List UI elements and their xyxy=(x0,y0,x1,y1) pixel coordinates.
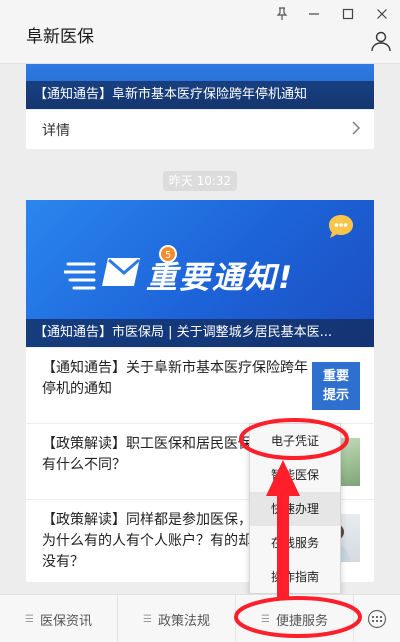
menu-item-e-voucher[interactable]: 电子凭证 xyxy=(250,424,340,458)
menu-item-online-service[interactable]: 在线服务 xyxy=(250,526,340,560)
menu-item-quick-process[interactable]: 快速办理 xyxy=(250,492,340,526)
service-popup-menu: 电子凭证 智能医保 快速办理 在线服务 操作指南 xyxy=(249,423,341,594)
thumbnail-label: 重要 提示 xyxy=(322,369,349,403)
chat-bubble-icon xyxy=(329,215,353,238)
profile-icon[interactable] xyxy=(370,30,392,52)
menu-icon: ☰ xyxy=(143,613,152,625)
envelope-icon xyxy=(102,258,140,286)
hero-title: 重要通知! xyxy=(146,260,295,296)
bottom-menu-bar: ☰ 医保资讯 ☰ 政策法规 ☰ 便捷服务 xyxy=(0,594,400,642)
tab-label: 医保资讯 xyxy=(39,613,92,629)
detail-label: 详情 xyxy=(42,122,70,139)
article-caption: 【通知通告】市医保局 | 关于调整城乡居民基本医... xyxy=(26,319,374,347)
tab-label: 便捷服务 xyxy=(275,613,328,629)
title-bar: 阜新医保 xyxy=(0,0,400,64)
list-item-title: 【通知通告】关于阜新市基本医疗保险跨年停机的通知 xyxy=(42,360,308,397)
chevron-right-icon xyxy=(352,121,360,139)
timestamp: 昨天 10:32 xyxy=(163,171,237,191)
menu-item-guide[interactable]: 操作指南 xyxy=(250,560,340,594)
menu-icon: ☰ xyxy=(25,613,34,625)
article-caption: 【通知通告】阜新市基本医疗保险跨年停机通知 xyxy=(26,81,374,109)
detail-link[interactable]: 详情 xyxy=(26,109,374,149)
menu-icon: ☰ xyxy=(261,613,270,625)
pin-icon[interactable] xyxy=(268,4,296,24)
close-icon[interactable] xyxy=(368,4,396,24)
tab-policy[interactable]: ☰ 政策法规 xyxy=(118,595,236,642)
tab-label: 政策法规 xyxy=(157,613,210,629)
tab-news[interactable]: ☰ 医保资讯 xyxy=(0,595,118,642)
article-card[interactable]: 【通知通告】阜新市基本医疗保险跨年停机通知 详情 xyxy=(26,64,374,149)
menu-item-smart-insurance[interactable]: 智能医保 xyxy=(250,458,340,492)
article-banner[interactable]: 【通知通告】阜新市基本医疗保险跨年停机通知 xyxy=(26,64,374,109)
minimize-icon[interactable] xyxy=(300,4,328,24)
article-hero[interactable]: 5 重要通知! 【通知通告】市医保局 | 关于调整城乡居民基本医... xyxy=(26,200,374,347)
window-title: 阜新医保 xyxy=(26,27,94,47)
list-item-title: 【政策解读】同样都是参加医保，为什么有的人有个人账户？有的却没有？ xyxy=(42,512,252,570)
tab-services[interactable]: ☰ 便捷服务 xyxy=(236,595,354,642)
list-item-title: 【政策解读】职工医保和居民医保有什么不同？ xyxy=(42,436,252,473)
maximize-icon[interactable] xyxy=(334,4,362,24)
thumbnail: 重要 提示 xyxy=(312,362,360,410)
list-item[interactable]: 【通知通告】关于阜新市基本医疗保险跨年停机的通知 重要 提示 xyxy=(26,347,374,423)
keyboard-toggle-icon[interactable] xyxy=(354,595,400,642)
